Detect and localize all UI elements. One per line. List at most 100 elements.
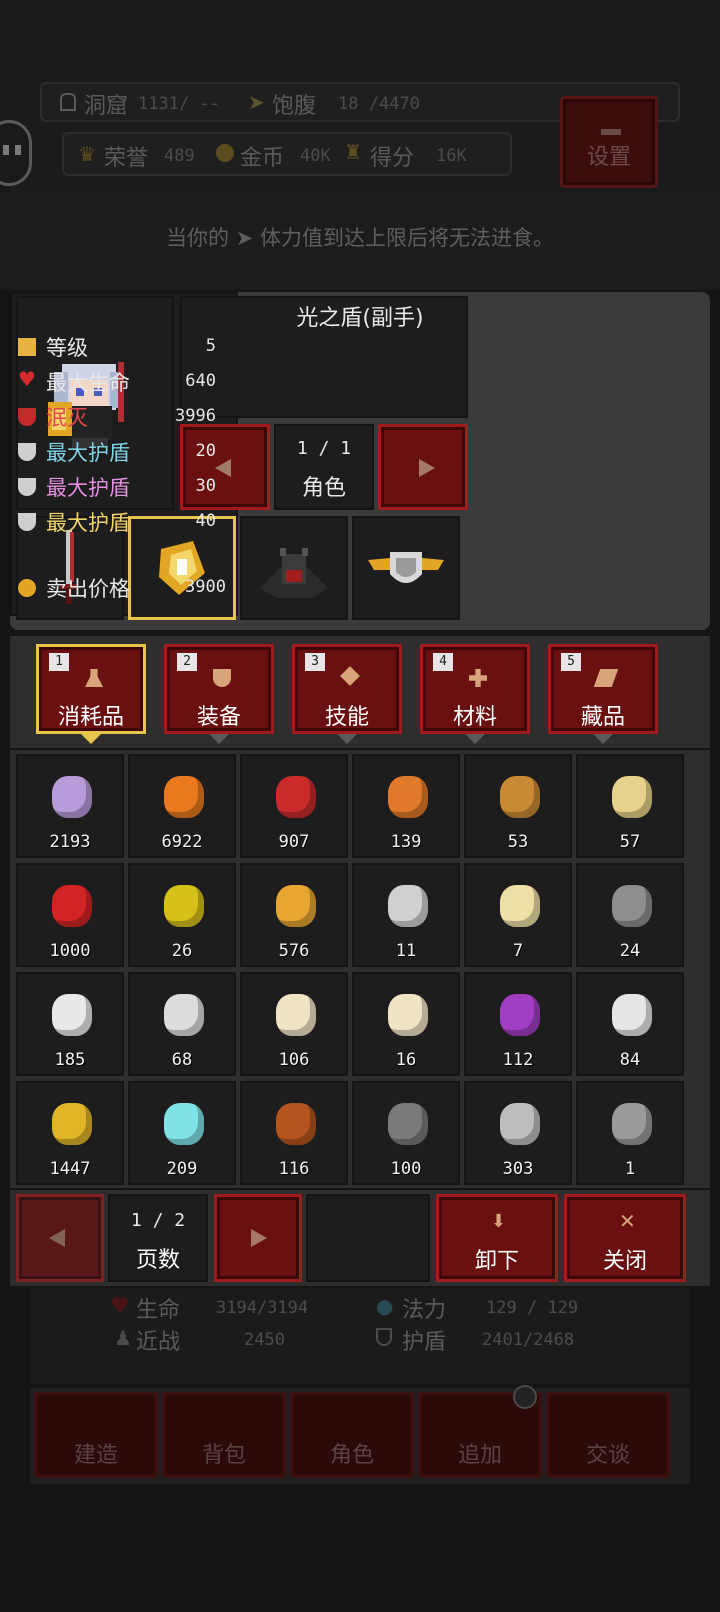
inventory-slot[interactable]: 7	[464, 863, 572, 967]
nav-add-button[interactable]: 追加	[418, 1385, 542, 1478]
cave-label: 洞窟	[84, 94, 129, 119]
shield-icon	[18, 513, 36, 531]
selected-arrow-icon	[81, 734, 101, 744]
tab-materials[interactable]: 4 材料	[420, 644, 530, 744]
bone-icon	[164, 994, 204, 1036]
nav-label: 交谈	[585, 1443, 630, 1468]
stat-row-max-shield: 最大护盾 20	[18, 437, 230, 469]
inventory-slot[interactable]: 1	[576, 1081, 684, 1185]
inventory-slot[interactable]: 139	[352, 754, 460, 858]
item-quantity: 106	[278, 1050, 310, 1070]
stat-key: 最大护盾	[46, 511, 130, 535]
inventory-slot[interactable]: 907	[240, 754, 348, 858]
side-button-dot	[15, 145, 21, 155]
nav-backpack-button[interactable]: 背包	[162, 1392, 286, 1478]
player-stats: ♥ 生命 3194/3194 ● 法力 129 / 129 ♟ 近战 2450 …	[30, 1288, 690, 1384]
scroll-icon	[593, 669, 619, 687]
crystal-icon	[164, 1103, 204, 1145]
tab-arrow-icon	[337, 734, 357, 744]
inventory-slot[interactable]: 576	[240, 863, 348, 967]
inventory-slot[interactable]: 24	[576, 863, 684, 967]
heart-icon: ♥	[110, 1294, 130, 1319]
stamina-icon: ➤	[248, 90, 265, 114]
winged-statue-icon	[612, 994, 652, 1036]
honor-gold-score-bar: ♛ 荣誉 489 金币 40K ♜ 得分 16K	[62, 132, 512, 176]
hp-value: 3194/3194	[216, 1298, 309, 1318]
tab-label: 藏品	[580, 705, 625, 730]
inventory-slot[interactable]: 2193	[16, 754, 124, 858]
unequip-label: 卸下	[474, 1249, 519, 1274]
oil-bottle-icon	[612, 776, 652, 818]
mana-drop-icon: ●	[376, 1294, 394, 1318]
inventory-slot[interactable]: 112	[464, 972, 572, 1076]
inventory-slot[interactable]: 57	[576, 754, 684, 858]
inventory-slot[interactable]: 6922	[128, 754, 236, 858]
chat-side-button[interactable]	[0, 120, 32, 186]
page-label: 页数	[135, 1248, 180, 1273]
stat-value: 5	[205, 336, 216, 356]
settings-label: 设置	[586, 145, 631, 170]
tab-collectibles[interactable]: 5 藏品	[548, 644, 658, 744]
cloth-roll-icon	[612, 885, 652, 927]
trophy-icon: ♜	[344, 140, 362, 164]
item-quantity: 53	[507, 832, 529, 852]
tab-consumables[interactable]: 1 消耗品	[36, 644, 146, 744]
inventory-slot[interactable]: 116	[240, 1081, 348, 1185]
item-quantity: 2193	[49, 832, 91, 852]
item-quantity: 100	[390, 1159, 422, 1179]
item-quantity: 907	[278, 832, 310, 852]
tab-hotkey: 4	[433, 653, 453, 671]
mp-value: 129 / 129	[486, 1298, 579, 1318]
inventory-slot[interactable]: 100	[352, 1081, 460, 1185]
inventory-slot[interactable]: 11	[352, 863, 460, 967]
tab-arrow-icon	[465, 734, 485, 744]
equipment-panel: 1 / 1 角色 光之盾(副手) 等级 5 ♥ 最大生命 640 泯灭 3996…	[10, 292, 710, 630]
item-quantity: 139	[390, 832, 422, 852]
tab-hotkey: 5	[561, 653, 581, 671]
inventory-slot[interactable]: 68	[128, 972, 236, 1076]
target-icon	[500, 1103, 540, 1145]
honor-label: 荣誉	[104, 146, 149, 171]
inventory-slot[interactable]: 84	[576, 972, 684, 1076]
page-next-button[interactable]	[214, 1194, 302, 1282]
character-page-number: 1 / 1	[296, 438, 352, 459]
equip-slot-armor[interactable]	[240, 516, 348, 620]
item-quantity: 16	[395, 1050, 417, 1070]
crown-icon	[52, 994, 92, 1036]
stat-row-max-shield: 最大护盾 40	[18, 507, 230, 539]
item-quantity: 7	[512, 941, 524, 961]
nav-label: 背包	[201, 1443, 246, 1468]
item-quantity: 112	[502, 1050, 534, 1070]
nav-character-button[interactable]: 角色	[290, 1392, 414, 1478]
hunger-value: 18 /4470	[338, 94, 420, 114]
inventory-slot[interactable]: 185	[16, 972, 124, 1076]
equip-slot-accessory[interactable]	[352, 516, 460, 620]
inventory-slot[interactable]: 303	[464, 1081, 572, 1185]
inventory-slot[interactable]: 209	[128, 1081, 236, 1185]
inventory-slot[interactable]: 1000	[16, 863, 124, 967]
close-button[interactable]: ✕ 关闭	[564, 1194, 686, 1282]
arrow-right-icon	[419, 459, 435, 477]
settings-icon	[601, 117, 621, 135]
sell-value: 3900	[185, 577, 226, 597]
unequip-button[interactable]: ⬇ 卸下	[436, 1194, 558, 1282]
heart-icon: ♥	[18, 367, 36, 391]
nav-label: 角色	[329, 1443, 374, 1468]
inventory-slot[interactable]: 16	[352, 972, 460, 1076]
item-quantity: 68	[171, 1050, 193, 1070]
inventory-slot[interactable]: 26	[128, 863, 236, 967]
nav-build-button[interactable]: 建造	[34, 1392, 158, 1478]
inventory-slot[interactable]: 1447	[16, 1081, 124, 1185]
character-next-button[interactable]	[378, 424, 468, 510]
inventory-slot[interactable]: 106	[240, 972, 348, 1076]
item-quantity: 24	[619, 941, 641, 961]
stat-key: 最大生命	[46, 371, 130, 395]
tab-skills[interactable]: 3 技能	[292, 644, 402, 744]
settings-button[interactable]: 设置	[560, 96, 658, 188]
inventory-slot[interactable]: 53	[464, 754, 572, 858]
page-prev-button[interactable]	[16, 1194, 104, 1282]
inventory-grid: 2193 6922 907 139 53 57 1000 26 576 11 7 24 185 68 106…	[10, 750, 710, 1188]
cave-icon	[60, 93, 76, 111]
nav-talk-button[interactable]: 交谈	[546, 1392, 670, 1478]
tab-equipment[interactable]: 2 装备	[164, 644, 274, 744]
